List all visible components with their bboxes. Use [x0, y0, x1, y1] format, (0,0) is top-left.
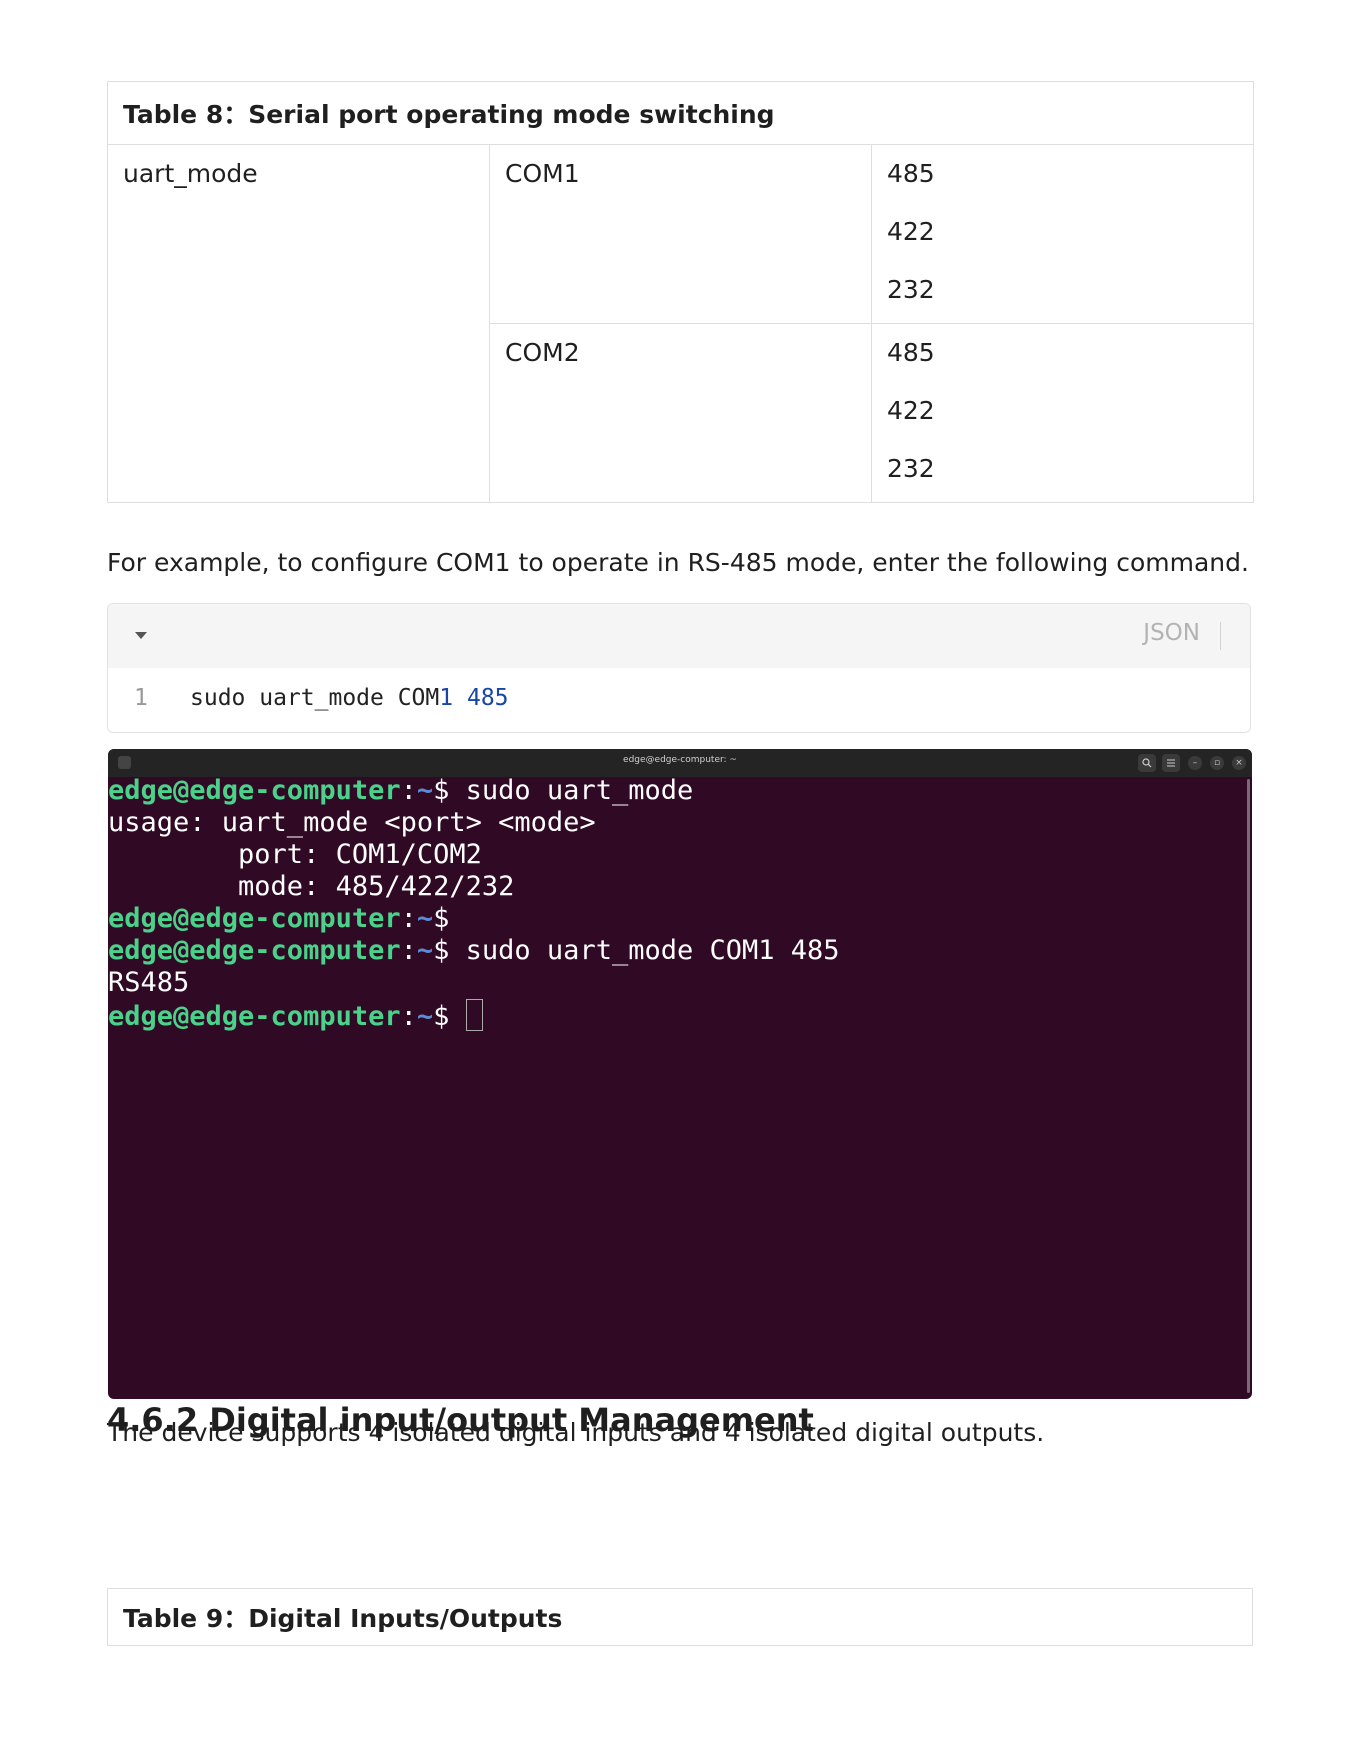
table-cell-port: COM1 — [489, 144, 872, 324]
table-caption: Table 8：Serial port operating mode switc… — [106, 81, 1255, 145]
terminal-line: usage: uart_mode <port> <mode> — [108, 807, 596, 838]
prompt-command: $ sudo uart_mode — [433, 775, 694, 806]
prompt-directory: ~ — [416, 903, 434, 934]
prompt-directory: ~ — [416, 775, 434, 806]
table-digital-io: Table 9：Digital Inputs/Outputs — [107, 1588, 1253, 1646]
digital-paragraph: The device supports 4 isolated digital i… — [107, 1418, 1045, 1447]
terminal-line: edge@edge-computer:~$ sudo uart_mode — [108, 775, 693, 806]
table-cell-command: uart_mode — [107, 144, 490, 503]
mode-value: 232 — [887, 454, 935, 483]
header-divider — [1220, 622, 1221, 650]
terminal-line: mode: 485/422/232 — [108, 871, 515, 902]
mode-value: 232 — [887, 275, 935, 304]
command-name: uart_mode — [123, 159, 258, 188]
prompt-directory: ~ — [416, 935, 434, 966]
minimize-icon[interactable]: – — [1188, 756, 1202, 770]
mode-value: 485 — [887, 159, 935, 188]
prompt-user-host: edge@edge-computer — [108, 935, 401, 966]
code-block-header: JSON — [108, 604, 1250, 668]
mode-value: 422 — [887, 217, 935, 246]
terminal-line: port: COM1/COM2 — [108, 839, 482, 870]
prompt-user-host: edge@edge-computer — [108, 903, 401, 934]
code-block: JSON 1 sudo uart_mode COM1 485 — [107, 603, 1251, 733]
terminal-scrollbar[interactable] — [1247, 779, 1250, 1393]
table-caption: Table 9：Digital Inputs/Outputs — [107, 1588, 1253, 1646]
close-icon[interactable]: × — [1232, 756, 1246, 770]
code-number: 485 — [466, 685, 509, 711]
prompt-colon: : — [400, 775, 417, 806]
code-language-label[interactable]: JSON — [1143, 620, 1200, 646]
menu-icon[interactable] — [1162, 754, 1180, 772]
maximize-icon[interactable]: ▫ — [1210, 756, 1224, 770]
terminal-line: edge@edge-computer:~$ — [108, 999, 483, 1032]
table-cell-modes: 485 422 232 — [870, 144, 1255, 324]
prompt-colon: : — [400, 903, 417, 934]
table-serial-mode: Table 8：Serial port operating mode switc… — [106, 81, 1255, 503]
prompt-command: $ sudo uart_mode COM1 485 — [433, 935, 840, 966]
prompt-command: $ — [433, 1001, 466, 1032]
line-number: 1 — [134, 685, 148, 711]
mode-value: 485 — [887, 338, 935, 367]
terminal-line: edge@edge-computer:~$ — [108, 903, 449, 934]
prompt-directory: ~ — [416, 1001, 434, 1032]
code-command: sudo uart_mode COM — [190, 685, 440, 711]
prompt-user-host: edge@edge-computer — [108, 775, 401, 806]
prompt-colon: : — [400, 935, 417, 966]
terminal-output: edge@edge-computer:~$ sudo uart_mode usa… — [108, 775, 840, 1033]
example-paragraph: For example, to configure COM1 to operat… — [107, 548, 1249, 577]
terminal-title: edge@edge-computer: ~ — [623, 755, 737, 765]
prompt-command: $ — [433, 903, 450, 934]
terminal-screenshot: edge@edge-computer: ~ – ▫ × edge@edge-co… — [108, 749, 1252, 1399]
terminal-cursor — [465, 999, 483, 1031]
code-number: 1 — [439, 685, 454, 711]
port-name: COM2 — [505, 338, 580, 367]
table-cell-port: COM2 — [489, 323, 872, 503]
port-name: COM1 — [505, 159, 580, 188]
code-text: sudo uart_mode COM1 485 — [190, 685, 509, 711]
terminal-line: edge@edge-computer:~$ sudo uart_mode COM… — [108, 935, 840, 966]
code-line: 1 sudo uart_mode COM1 485 — [108, 668, 1250, 732]
prompt-user-host: edge@edge-computer — [108, 1001, 401, 1032]
mode-value: 422 — [887, 396, 935, 425]
search-icon[interactable] — [1138, 754, 1156, 772]
collapse-caret-icon[interactable] — [135, 632, 147, 639]
terminal-titlebar: edge@edge-computer: ~ – ▫ × — [108, 749, 1252, 777]
terminal-line: RS485 — [108, 967, 190, 998]
prompt-colon: : — [400, 1001, 417, 1032]
table-cell-modes: 485 422 232 — [870, 323, 1255, 503]
